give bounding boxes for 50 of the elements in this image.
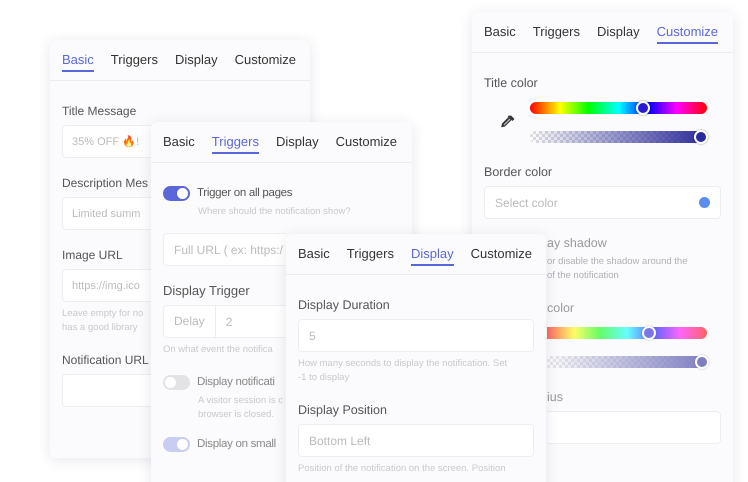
addon-label: Delay bbox=[164, 306, 216, 337]
option-label: ay shadow bbox=[546, 236, 607, 250]
tab[interactable]: Display bbox=[411, 242, 454, 266]
toggle-switch[interactable] bbox=[163, 374, 190, 390]
tab[interactable]: Customize bbox=[234, 48, 296, 72]
tab[interactable]: Triggers bbox=[110, 48, 158, 72]
toggle-label: Display notificati bbox=[197, 376, 275, 388]
tab[interactable]: Triggers bbox=[532, 20, 580, 44]
tab[interactable]: Basic bbox=[62, 48, 94, 72]
field-label: Image URL bbox=[62, 247, 123, 263]
tab[interactable]: Customize bbox=[470, 242, 532, 266]
input-field[interactable] bbox=[62, 374, 151, 407]
field-label: Title Message bbox=[62, 103, 136, 119]
field-label: Display Position bbox=[298, 402, 387, 418]
opacity-slider[interactable] bbox=[547, 356, 707, 368]
field-label: Title color bbox=[484, 75, 538, 91]
help-text: or disable the shadow around the bbox=[547, 255, 688, 269]
tab[interactable]: Display bbox=[597, 20, 640, 44]
input-value: 2 bbox=[224, 314, 234, 328]
toggle-label: Trigger on all pages bbox=[197, 187, 292, 199]
tab[interactable]: Basic bbox=[298, 242, 330, 266]
slider-thumb[interactable] bbox=[694, 354, 709, 368]
tab[interactable]: Customize bbox=[336, 130, 398, 154]
opacity-slider[interactable] bbox=[530, 130, 707, 142]
placeholder-text: Select color bbox=[495, 196, 558, 210]
tab[interactable]: Display bbox=[276, 130, 319, 154]
hue-slider[interactable] bbox=[547, 326, 707, 338]
toggle-switch[interactable] bbox=[163, 186, 190, 200]
tab[interactable]: Display bbox=[175, 48, 218, 72]
field-label: Border color bbox=[484, 164, 552, 180]
field-label: Display Duration bbox=[298, 297, 390, 313]
slider-thumb[interactable] bbox=[636, 100, 650, 114]
tab[interactable]: Basic bbox=[484, 20, 516, 44]
tab[interactable]: Basic bbox=[163, 130, 195, 154]
tab[interactable]: Triggers bbox=[212, 130, 259, 154]
field-label: ius bbox=[546, 389, 563, 405]
tab[interactable]: Triggers bbox=[346, 242, 394, 266]
field-label: Description Mes bbox=[62, 175, 148, 191]
section-heading: Display Trigger bbox=[163, 283, 250, 299]
help-text: of the notification bbox=[547, 269, 619, 283]
tab[interactable]: Customize bbox=[656, 20, 718, 44]
field-label: Notification URL bbox=[62, 352, 149, 368]
input-field[interactable] bbox=[547, 411, 721, 444]
toggle-label: Display on small bbox=[197, 438, 276, 450]
toggle-switch[interactable] bbox=[163, 436, 190, 452]
field-label: color bbox=[546, 300, 574, 316]
hue-slider[interactable] bbox=[530, 102, 707, 114]
slider-thumb[interactable] bbox=[694, 130, 708, 144]
slider-thumb[interactable] bbox=[642, 326, 656, 340]
eyedropper-icon[interactable] bbox=[500, 114, 516, 130]
